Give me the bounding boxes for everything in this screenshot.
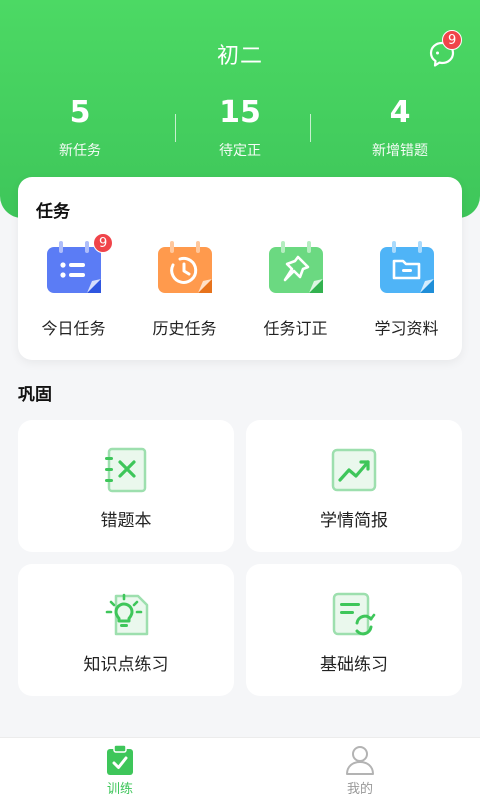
- stat-new-tasks[interactable]: 5 新任务: [0, 96, 160, 164]
- refresh-doc-icon: [332, 592, 376, 636]
- tile-knowledge-practice[interactable]: 知识点练习: [18, 564, 234, 696]
- task-items: 9 今日任务 历史任务 任务订正 学习资料: [18, 233, 462, 339]
- stats-row: 5 新任务 15 待定正 4 新增错题: [0, 96, 480, 164]
- tile-label: 知识点练习: [83, 655, 169, 675]
- nav-item-mine[interactable]: 我的: [240, 738, 480, 800]
- stat-value: 5: [69, 95, 91, 130]
- nav-label: 训练: [106, 782, 133, 797]
- task-item-correction[interactable]: 任务订正: [240, 239, 351, 339]
- stat-value: 15: [219, 95, 261, 130]
- tile-label: 学情简报: [320, 511, 388, 531]
- clipboard-check-icon: [107, 744, 133, 775]
- trend-chart-icon: [331, 448, 377, 492]
- folder-icon: [379, 241, 434, 293]
- nav-item-training[interactable]: 训练: [0, 738, 240, 800]
- bottom-nav: 训练 我的: [0, 737, 480, 800]
- tile-label: 错题本: [100, 511, 152, 531]
- consolidate-title: 巩固: [18, 385, 52, 405]
- stat-label: 待定正: [219, 143, 261, 159]
- user-icon: [346, 746, 374, 775]
- history-clock-icon: [157, 241, 212, 293]
- stat-pending-correction[interactable]: 15 待定正: [160, 96, 320, 164]
- task-today-badge: 9: [93, 233, 114, 253]
- tile-basic-practice[interactable]: 基础练习: [246, 564, 462, 696]
- tile-error-notebook[interactable]: 错题本: [18, 420, 234, 552]
- tile-learning-report[interactable]: 学情简报: [246, 420, 462, 552]
- stat-new-mistakes[interactable]: 4 新增错题: [320, 96, 480, 164]
- message-button[interactable]: 9: [426, 30, 463, 70]
- task-item-today[interactable]: 9 今日任务: [18, 233, 129, 339]
- task-label: 历史任务: [152, 319, 217, 338]
- task-label: 今日任务: [41, 319, 106, 338]
- stat-label: 新增错题: [372, 143, 428, 159]
- error-notebook-icon: [105, 447, 147, 493]
- stat-divider: [175, 114, 176, 142]
- stat-label: 新任务: [59, 143, 101, 159]
- task-label: 任务订正: [263, 319, 328, 338]
- stat-value: 4: [389, 95, 411, 130]
- task-label: 学习资料: [374, 319, 439, 338]
- task-item-history[interactable]: 历史任务: [129, 239, 240, 339]
- task-card-title: 任务: [36, 202, 70, 222]
- tile-label: 基础练习: [320, 655, 388, 675]
- task-card: 任务 9 今日任务 历史任务 任务订正 学习资料: [18, 177, 462, 360]
- stat-divider: [310, 114, 311, 142]
- page-title: 初二: [216, 44, 263, 69]
- nav-label: 我的: [346, 782, 373, 797]
- task-item-materials[interactable]: 学习资料: [351, 239, 462, 339]
- lightbulb-icon: [105, 593, 149, 636]
- message-badge: 9: [442, 30, 463, 50]
- pin-icon: [268, 241, 323, 293]
